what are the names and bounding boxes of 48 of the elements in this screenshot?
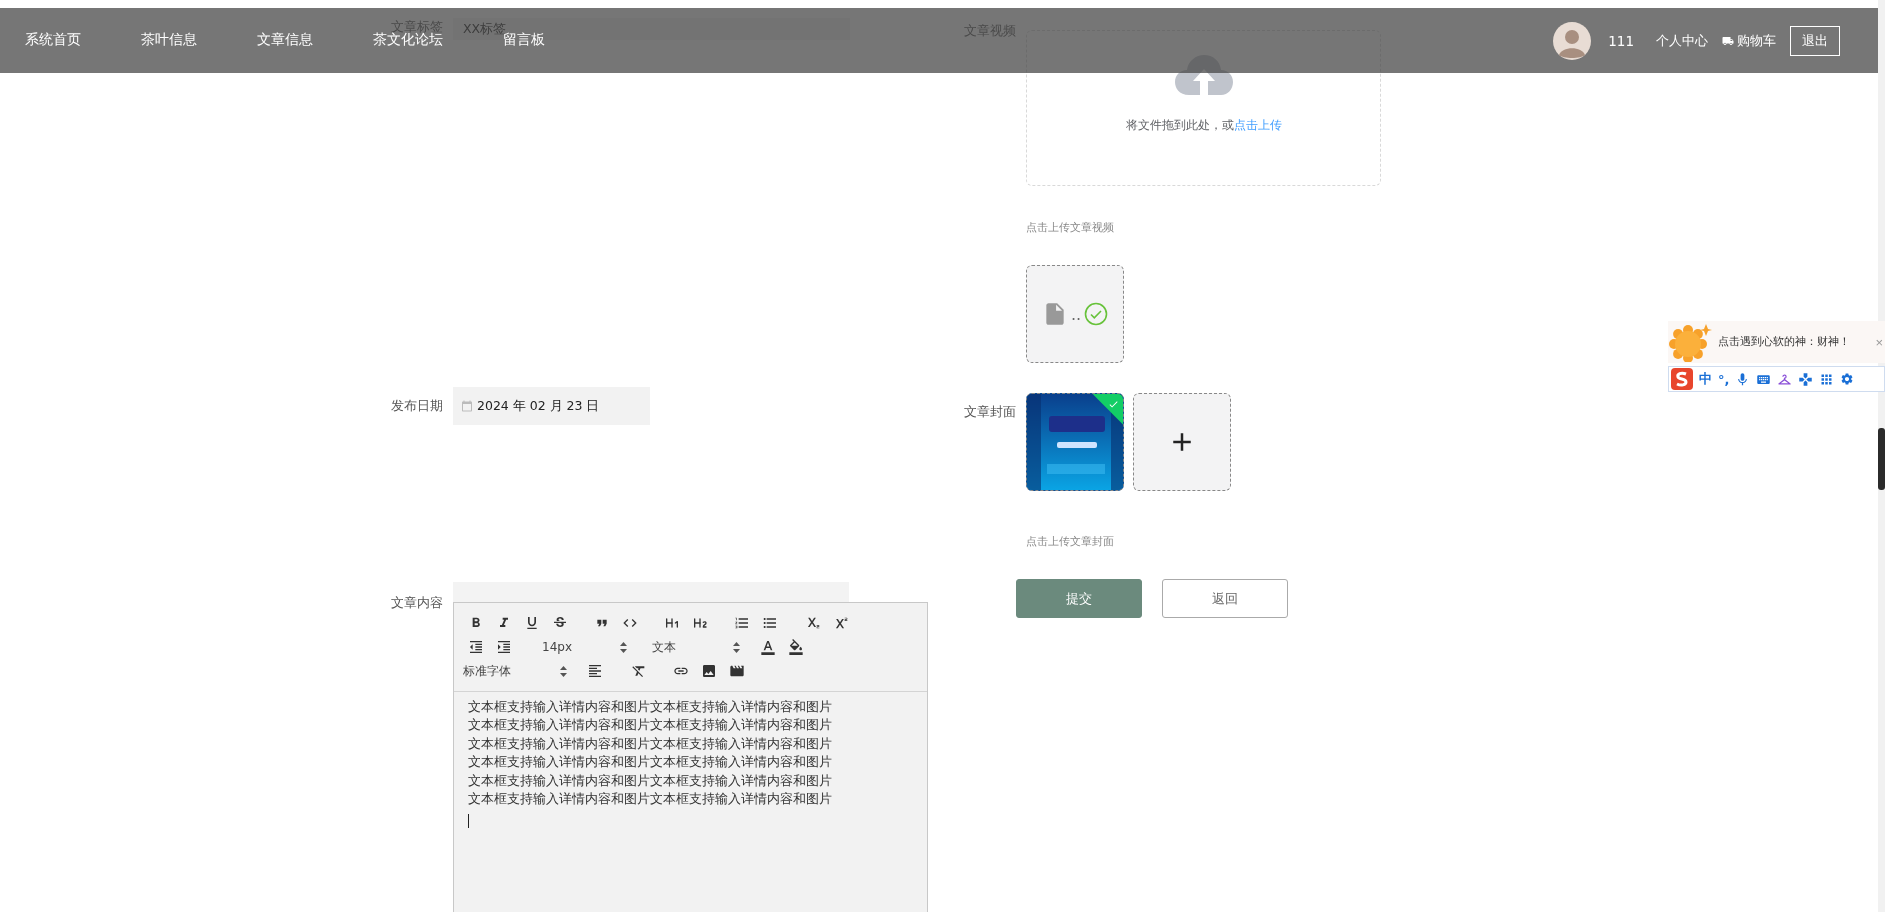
updown-caret-icon (733, 641, 740, 653)
uploaded-file-card[interactable]: .. (1026, 265, 1124, 363)
text-caret (468, 814, 469, 829)
user-name: 111 (1608, 32, 1634, 49)
cart-link[interactable]: 购物车 (1722, 31, 1776, 50)
editor-text-line: 文本框支持输入详情内容和图片文本框支持输入详情内容和图片 (468, 698, 833, 716)
block-type-select[interactable]: 文本 (641, 636, 744, 658)
font-family-select[interactable]: 标准字体 (462, 660, 571, 682)
date-field[interactable]: 2024 年 02 月 23 日 (453, 387, 650, 425)
file-name: .. (1070, 304, 1082, 324)
nav-item[interactable]: 茶文化论坛 (373, 33, 443, 48)
avatar[interactable] (1553, 21, 1592, 60)
updown-caret-icon (620, 641, 627, 653)
nav-item[interactable]: 留言板 (503, 33, 545, 48)
ime-punctuation-button[interactable]: °, (1718, 371, 1730, 387)
font-size-select[interactable]: 14px (528, 636, 631, 658)
updown-caret-icon (560, 665, 567, 677)
upload-hint: 点击上传文章封面 (1026, 535, 1115, 549)
ime-tip-text: 点击遇到心软的神：财神！ (1718, 335, 1850, 349)
editor-text-line: 文本框支持输入详情内容和图片文本框支持输入详情内容和图片 (468, 790, 833, 809)
gamepad-icon[interactable] (1798, 371, 1814, 387)
editor-text-line: 文本框支持输入详情内容和图片文本框支持输入详情内容和图片 (468, 753, 833, 772)
editor-text-line: 文本框支持输入详情内容和图片文本框支持输入详情内容和图片 (468, 734, 833, 753)
logout-button[interactable]: 退出 (1790, 25, 1840, 56)
back-button[interactable]: 返回 (1162, 579, 1288, 618)
truck-icon (1722, 34, 1734, 47)
dropzone-text: 将文件拖到此处，或点击上传 (1125, 117, 1282, 134)
field-label: 文章封面 (964, 405, 1016, 419)
ime-mode-button[interactable]: 中 (1699, 370, 1712, 388)
rich-text-editor[interactable]: 14px 文本 标准字体 文本框支持输入详情内容和图片文本框支持输入详情内容和图片 文本框支持输入详情内容和图片文本框支持输入详情内容和图片 文本框支持输入详情内容和图片文本框支持输入详情内容和图片 文本框支持输入详情内容和图片文本框支持输入详情内容和图片 文本框支持输入详情内容和图片文本框支持输入详情内容和图片 文本框支持输入详情内容和图片文本框支持输入详情内容和图片 (453, 602, 928, 912)
ime-logo-icon[interactable] (1671, 368, 1693, 390)
add-image-button[interactable] (1133, 393, 1231, 491)
close-button[interactable]: × (1875, 334, 1883, 350)
calendar-icon (461, 400, 473, 412)
nav-item[interactable]: 茶叶信息 (141, 33, 197, 48)
nav-item[interactable]: 文章信息 (257, 33, 313, 48)
settings-icon[interactable] (1840, 372, 1855, 386)
submit-button[interactable]: 提交 (1016, 579, 1142, 618)
profile-link[interactable]: 个人中心 (1656, 31, 1708, 50)
editor-text-line: 文本框支持输入详情内容和图片文本框支持输入详情内容和图片 (468, 716, 833, 735)
sun-icon (1668, 322, 1712, 362)
scrollbar[interactable] (1878, 0, 1885, 912)
field-label: 文章内容 (391, 596, 443, 610)
upload-link[interactable]: 点击上传 (1233, 118, 1282, 132)
upload-hint: 点击上传文章视频 (1026, 221, 1115, 235)
editor-text-line: 文本框支持输入详情内容和图片文本框支持输入详情内容和图片 (468, 771, 833, 790)
field-label: 发布日期 (391, 399, 443, 413)
nav-item[interactable]: 系统首页 (25, 33, 81, 48)
